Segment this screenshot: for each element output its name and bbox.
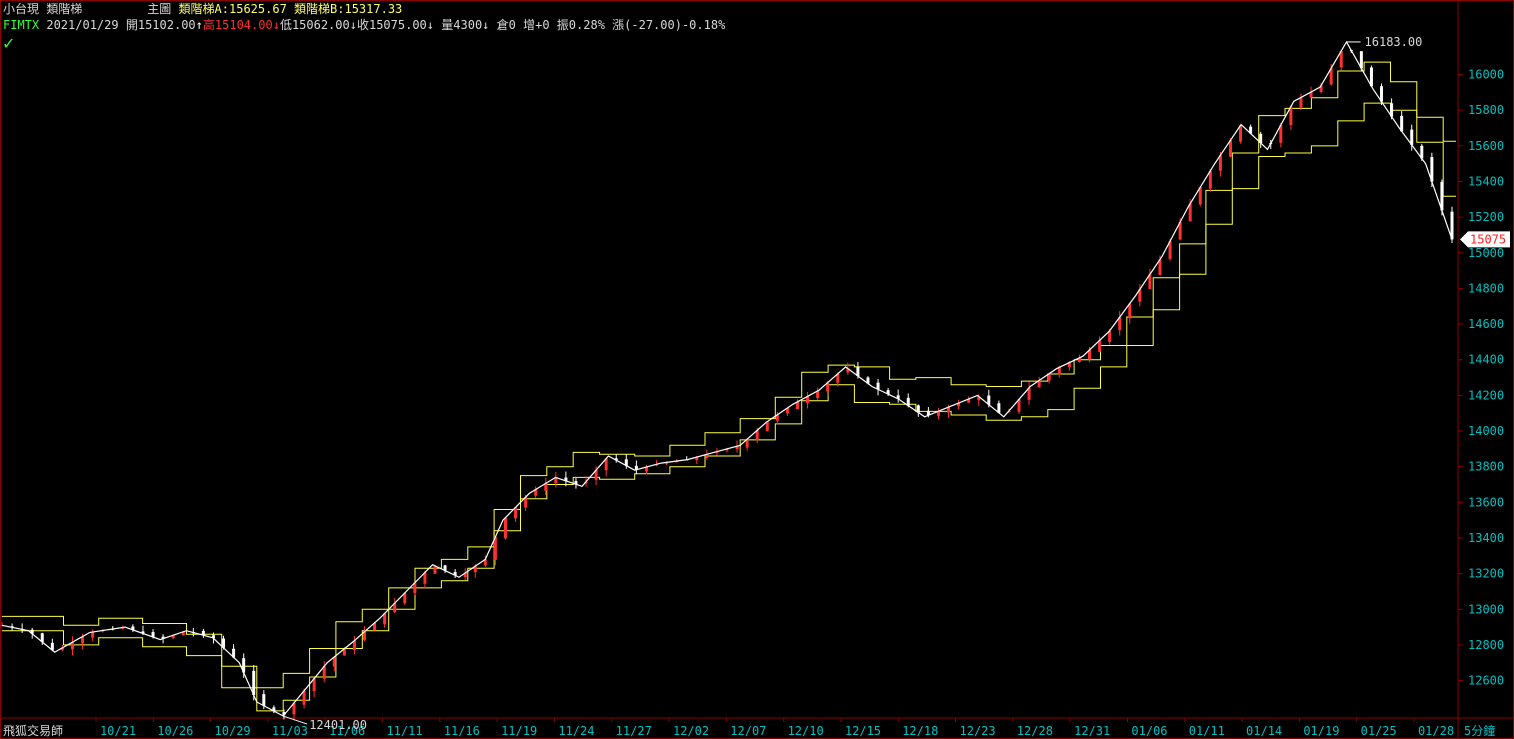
y-tick-label: 13200 bbox=[1468, 567, 1504, 581]
brand-label: 飛狐交易師 bbox=[3, 723, 63, 738]
low-marker-label: 12401.00 bbox=[309, 718, 367, 732]
y-tick-label: 15600 bbox=[1468, 139, 1504, 153]
x-tick-label: 01/06 bbox=[1131, 724, 1167, 738]
ladder-series-a bbox=[2, 61, 1456, 689]
x-tick-label: 12/28 bbox=[1017, 724, 1053, 738]
x-tick-label: 12/10 bbox=[788, 724, 824, 738]
last-price-label: 15075 bbox=[1470, 232, 1506, 246]
y-tick-label: 13800 bbox=[1468, 460, 1504, 474]
x-tick-label: 12/23 bbox=[960, 724, 996, 738]
x-tick-label: 01/25 bbox=[1361, 724, 1397, 738]
candle-body bbox=[262, 694, 266, 706]
y-tick-label: 15800 bbox=[1468, 103, 1504, 117]
candle-body bbox=[433, 565, 437, 574]
y-tick-label: 15200 bbox=[1468, 210, 1504, 224]
x-tick-label: 11/11 bbox=[386, 724, 422, 738]
candle-body bbox=[91, 632, 95, 638]
x-tick-label: 11/16 bbox=[444, 724, 480, 738]
candle-body bbox=[503, 517, 507, 539]
x-tick-label: 11/27 bbox=[616, 724, 652, 738]
candle-body bbox=[1299, 97, 1303, 108]
x-tick-label: 12/02 bbox=[673, 724, 709, 738]
x-tick-label: 10/21 bbox=[100, 724, 136, 738]
low-marker-line bbox=[283, 715, 308, 725]
x-tick-label: 12/18 bbox=[902, 724, 938, 738]
close-price-line bbox=[1, 40, 1453, 717]
x-tick-label: 12/15 bbox=[845, 724, 881, 738]
x-tick-label: 11/03 bbox=[272, 724, 308, 738]
ladder-series-b bbox=[2, 102, 1456, 712]
x-tick-label: 10/26 bbox=[157, 724, 193, 738]
x-tick-label: 11/19 bbox=[501, 724, 537, 738]
y-tick-label: 14000 bbox=[1468, 424, 1504, 438]
y-tick-label: 12800 bbox=[1468, 638, 1504, 652]
y-tick-label: 14800 bbox=[1468, 281, 1504, 295]
y-tick-label: 12600 bbox=[1468, 674, 1504, 688]
high-marker-label: 16183.00 bbox=[1365, 35, 1423, 49]
x-tick-label: 10/29 bbox=[215, 724, 251, 738]
y-tick-label: 15400 bbox=[1468, 175, 1504, 189]
x-tick-label: 01/14 bbox=[1246, 724, 1282, 738]
y-tick-label: 16000 bbox=[1468, 68, 1504, 82]
x-tick-label: 12/07 bbox=[730, 724, 766, 738]
x-tick-label: 01/19 bbox=[1303, 724, 1339, 738]
y-tick-label: 13000 bbox=[1468, 602, 1504, 616]
y-tick-label: 14600 bbox=[1468, 317, 1504, 331]
interval-label: 5分鐘 bbox=[1464, 723, 1495, 738]
x-tick-label: 11/24 bbox=[558, 724, 594, 738]
x-tick-label: 01/11 bbox=[1189, 724, 1225, 738]
y-tick-label: 15000 bbox=[1468, 246, 1504, 260]
y-tick-label: 13600 bbox=[1468, 495, 1504, 509]
candlestick-chart[interactable]: 12600 12800 13000 13200 13400 13600 13800 14000… bbox=[0, 0, 1514, 739]
y-tick-label: 14200 bbox=[1468, 388, 1504, 402]
x-tick-label: 01/28 bbox=[1418, 724, 1454, 738]
y-tick-label: 13400 bbox=[1468, 531, 1504, 545]
y-tick-label: 14400 bbox=[1468, 353, 1504, 367]
x-tick-label: 12/31 bbox=[1074, 724, 1110, 738]
